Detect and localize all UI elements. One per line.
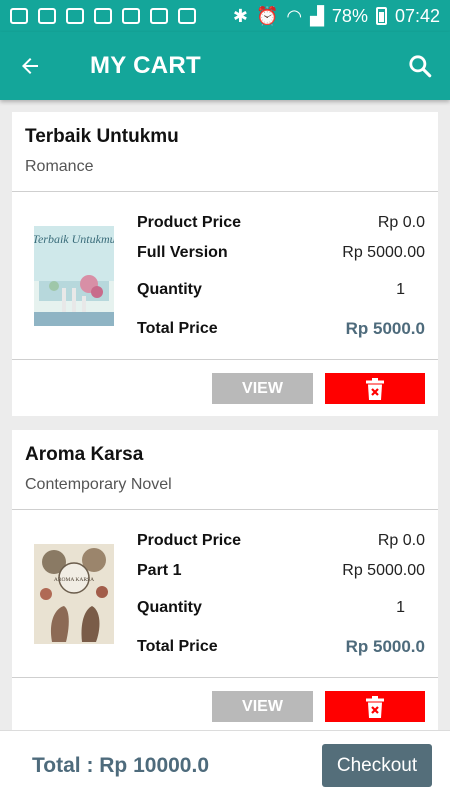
youtube-notification-icon — [178, 8, 196, 24]
search-icon — [409, 55, 432, 78]
product-price-label: Product Price — [137, 532, 242, 549]
view-button[interactable]: VIEW — [212, 373, 313, 404]
total-price-label: Total Price — [137, 638, 218, 655]
system-status: ✱ ⏰ ◠ ▟ 78% 07:42 — [233, 6, 440, 27]
page-title: MY CART — [90, 52, 201, 79]
total-price-row: Total Price Rp 5000.0 — [137, 637, 425, 657]
product-price-row: Product Price Rp 0.0 — [137, 214, 425, 232]
version-label: Full Version — [137, 244, 228, 261]
cart-total: Total : Rp 10000.0 — [32, 753, 210, 777]
product-price-value: Rp 0.0 — [377, 214, 425, 231]
image-notification-icon — [38, 8, 56, 24]
product-price-value: Rp 0.0 — [377, 532, 425, 549]
product-price-label: Product Price — [137, 214, 242, 231]
cart-item: Aroma Karsa Contemporary Novel AROMA KAR… — [12, 430, 438, 730]
youtube-notification-icon — [122, 8, 140, 24]
cover-title-text: AROMA KARSA — [54, 577, 94, 583]
quantity-value: 1 — [396, 599, 405, 616]
alarm-icon: ⏰ — [255, 5, 279, 26]
youtube-notification-icon — [150, 8, 168, 24]
cart-item: Terbaik Untukmu Romance Terbaik Untukmu — [12, 112, 438, 416]
checkout-button[interactable]: Checkout — [322, 744, 432, 787]
battery-icon — [375, 7, 387, 25]
cart-item-details: Terbaik Untukmu Product Price Rp 0.0 Ful… — [12, 192, 438, 360]
cart-item-header: Terbaik Untukmu Romance — [12, 112, 438, 192]
book-title: Aroma Karsa — [25, 444, 144, 465]
version-price-value: Rp 5000.00 — [342, 562, 425, 579]
book-genre: Romance — [25, 158, 94, 175]
version-price-value: Rp 5000.00 — [342, 244, 425, 261]
bluetooth-icon: ✱ — [232, 5, 248, 26]
trash-icon — [366, 377, 384, 400]
cart-item-details: AROMA KARSA Product Price Rp 0.0 Part 1 … — [12, 510, 438, 678]
trash-icon — [366, 695, 384, 718]
app-notification-icon — [66, 8, 84, 24]
delete-button[interactable] — [325, 373, 425, 404]
version-price-row: Part 1 Rp 5000.00 — [137, 562, 425, 580]
quantity-label: Quantity — [137, 281, 202, 298]
cart-item-actions: VIEW — [12, 360, 438, 416]
delete-button[interactable] — [325, 691, 425, 722]
book-cover: AROMA KARSA — [34, 544, 114, 644]
cover-title-text: Terbaik Untukmu — [34, 232, 114, 246]
chat-notification-icon — [10, 8, 28, 24]
back-arrow-icon — [22, 58, 38, 74]
cart-footer: Total : Rp 10000.0 Checkout — [0, 730, 450, 800]
search-button[interactable] — [390, 32, 450, 100]
total-price-row: Total Price Rp 5000.0 — [137, 319, 425, 339]
wifi-icon: ◠ — [286, 5, 303, 26]
phone-notification-icon — [94, 8, 112, 24]
quantity-row: Quantity 1 — [137, 599, 425, 617]
product-price-row: Product Price Rp 0.0 — [137, 532, 425, 550]
battery-percent: 78% — [331, 5, 368, 26]
signal-icon: ▟ — [310, 5, 324, 26]
notification-icons — [10, 8, 196, 24]
quantity-row: Quantity 1 — [137, 281, 425, 299]
total-price-value: Rp 5000.0 — [345, 637, 425, 656]
app-bar: MY CART — [0, 32, 450, 100]
version-label: Part 1 — [137, 562, 182, 579]
book-cover: Terbaik Untukmu — [34, 226, 114, 326]
cart-item-actions: VIEW — [12, 678, 438, 730]
cart-item-header: Aroma Karsa Contemporary Novel — [12, 430, 438, 510]
clock: 07:42 — [394, 5, 440, 26]
view-button[interactable]: VIEW — [212, 691, 313, 722]
quantity-value: 1 — [396, 281, 405, 298]
total-price-value: Rp 5000.0 — [345, 319, 425, 338]
status-bar: ✱ ⏰ ◠ ▟ 78% 07:42 — [0, 0, 450, 32]
back-button[interactable] — [0, 32, 60, 100]
book-title: Terbaik Untukmu — [25, 126, 179, 147]
quantity-label: Quantity — [137, 599, 202, 616]
book-genre: Contemporary Novel — [25, 476, 172, 493]
total-price-label: Total Price — [137, 320, 218, 337]
cart-list[interactable]: Terbaik Untukmu Romance Terbaik Untukmu — [0, 100, 450, 730]
version-price-row: Full Version Rp 5000.00 — [137, 244, 425, 262]
